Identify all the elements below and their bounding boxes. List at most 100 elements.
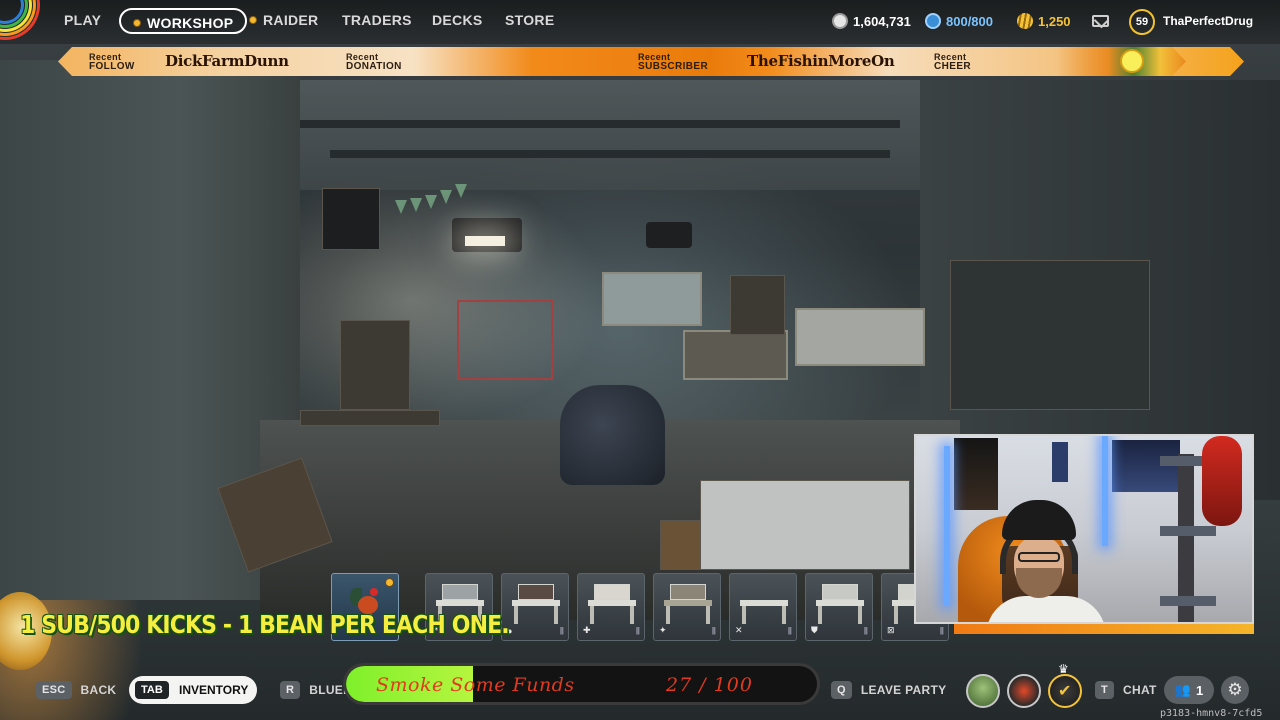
goal-title: Smoke Some Funds <box>376 674 575 696</box>
person-beanie <box>1002 500 1076 540</box>
ceiling <box>300 80 920 190</box>
nav-decks-label: DECKS <box>432 12 483 28</box>
ceiling-beam <box>300 120 900 128</box>
stream-alert-banner: Recent FOLLOW DickFarmDunn Recent DONATI… <box>58 47 1244 76</box>
electronics-wall <box>950 260 1150 410</box>
credit-icon <box>1017 13 1033 29</box>
cat-tree-platform <box>1160 596 1216 606</box>
nav-decks[interactable]: DECKS <box>432 12 483 28</box>
leave-party-button[interactable]: Q LEAVE PARTY <box>831 680 946 700</box>
coins-value: 1,604,731 <box>853 14 911 29</box>
blueprints-label: BLUEI <box>309 683 347 697</box>
party-size-button[interactable]: 👥 1 <box>1164 676 1214 704</box>
cat-tree-platform <box>1160 526 1216 536</box>
rainbow-logo <box>0 0 46 46</box>
crown-icon: ♛ <box>1058 662 1069 676</box>
recent-donation-label: Recent DONATION <box>346 52 402 72</box>
item-rarity-bars: ||| <box>635 626 640 635</box>
item-rarity-bars: ||| <box>939 626 944 635</box>
work-lamp <box>452 218 522 252</box>
recent-follow-name: DickFarmDunn <box>165 52 289 70</box>
checkmark-icon: ✔ <box>1058 683 1072 700</box>
item-card[interactable]: ✦ ||| <box>653 573 721 641</box>
notification-dot-icon <box>249 16 257 24</box>
chat-label: CHAT <box>1123 683 1157 697</box>
party-member-avatar[interactable] <box>1007 674 1041 708</box>
token-icon <box>925 13 941 29</box>
webcam-accent-bar <box>954 624 1254 634</box>
item-rarity-bars: ||| <box>863 626 868 635</box>
workbench-icon <box>512 584 560 624</box>
party-leader-avatar[interactable]: ✔ <box>1048 674 1082 708</box>
player-username[interactable]: ThaPerfectDrug <box>1163 14 1253 28</box>
lamp-light <box>465 236 505 246</box>
inventory-button[interactable]: TAB INVENTORY <box>129 676 257 704</box>
red-dragon-figure <box>1202 436 1242 526</box>
bunting-flag <box>395 200 407 214</box>
workbench-icon <box>588 584 636 624</box>
desk <box>683 330 788 380</box>
raider-token-currency[interactable]: 800/800 <box>925 13 993 29</box>
r-key: R <box>280 681 301 699</box>
table <box>300 410 440 426</box>
chat-button[interactable]: T CHAT <box>1095 680 1157 700</box>
item-rarity-bars: ||| <box>787 626 792 635</box>
session-id: p3183-hmnv8-7cfd5 <box>1160 708 1263 719</box>
bunting-flag <box>425 195 437 209</box>
inventory-label: INVENTORY <box>179 683 249 697</box>
nav-raider[interactable]: RAIDER <box>249 12 318 28</box>
workbench-icon <box>816 584 864 624</box>
nav-traders[interactable]: TRADERS <box>342 12 412 28</box>
recent-follow-label-bottom: FOLLOW <box>89 61 135 72</box>
ceiling-beam <box>330 150 890 158</box>
led-light <box>944 446 950 606</box>
t-key: T <box>1095 681 1115 699</box>
workbench-icon <box>740 584 788 624</box>
wall-poster <box>1052 442 1068 482</box>
electronics-bench <box>795 308 925 366</box>
nav-store-label: STORE <box>505 12 555 28</box>
nav-raider-label: RAIDER <box>263 12 319 28</box>
player-level-badge[interactable]: 59 <box>1129 9 1155 35</box>
recent-subscriber-name: TheFishinMoreOn <box>747 52 895 70</box>
blueprints-button[interactable]: R BLUEI <box>280 680 347 700</box>
recent-subscriber-label: Recent SUBSCRIBER <box>638 52 708 72</box>
party-member-avatar[interactable] <box>966 674 1000 708</box>
bunting-flag <box>410 198 422 212</box>
bunting-flag <box>440 190 452 204</box>
work-lamp <box>646 222 692 248</box>
item-card[interactable]: ✚ ||| <box>577 573 645 641</box>
recent-subscriber-label-bottom: SUBSCRIBER <box>638 61 709 72</box>
item-category-icon: ⛊ <box>811 625 818 635</box>
nav-store[interactable]: STORE <box>505 12 554 28</box>
credits-value: 1,250 <box>1038 14 1071 29</box>
item-card[interactable]: ✕ ||| <box>729 573 797 641</box>
item-category-icon: ✚ <box>583 625 591 635</box>
credits-currency[interactable]: 1,250 <box>1017 13 1071 29</box>
item-category-icon: ✕ <box>735 625 743 635</box>
item-card[interactable]: ● ||| <box>501 573 569 641</box>
item-rarity-bars: ||| <box>559 626 564 635</box>
item-rarity-bars: ||| <box>711 626 716 635</box>
nav-workshop-label: WORKSHOP <box>147 15 234 31</box>
back-button[interactable]: ESC BACK <box>36 680 116 700</box>
top-nav: PLAY WORKSHOP RAIDER TRADERS DECKS STORE… <box>0 0 1280 44</box>
notification-dot-icon <box>385 578 394 587</box>
stream-promo-text: 1 SUB/500 KICKS - 1 BEAN PER EACH ONE. <box>20 610 510 639</box>
coins-currency[interactable]: 1,604,731 <box>832 13 911 29</box>
nav-play[interactable]: PLAY <box>64 12 101 28</box>
back-label: BACK <box>80 683 117 697</box>
recent-cheer-label: Recent CHEER <box>934 52 971 72</box>
settings-button[interactable]: ⚙ <box>1221 676 1249 704</box>
raider-token-value: 800/800 <box>946 14 993 29</box>
item-category-icon: ✦ <box>659 625 667 635</box>
q-key: Q <box>831 681 852 699</box>
recent-donation-label-bottom: DONATION <box>346 61 402 72</box>
stream-goal-bar: Smoke Some Funds 27 / 100 <box>343 663 820 705</box>
mail-icon[interactable] <box>1092 15 1109 27</box>
item-card[interactable]: ⛊ ||| <box>805 573 873 641</box>
nav-workshop[interactable]: WORKSHOP <box>119 8 248 34</box>
party-count: 1 <box>1195 682 1204 698</box>
people-icon: 👥 <box>1174 682 1191 697</box>
recent-cheer-label-bottom: CHEER <box>934 61 972 72</box>
